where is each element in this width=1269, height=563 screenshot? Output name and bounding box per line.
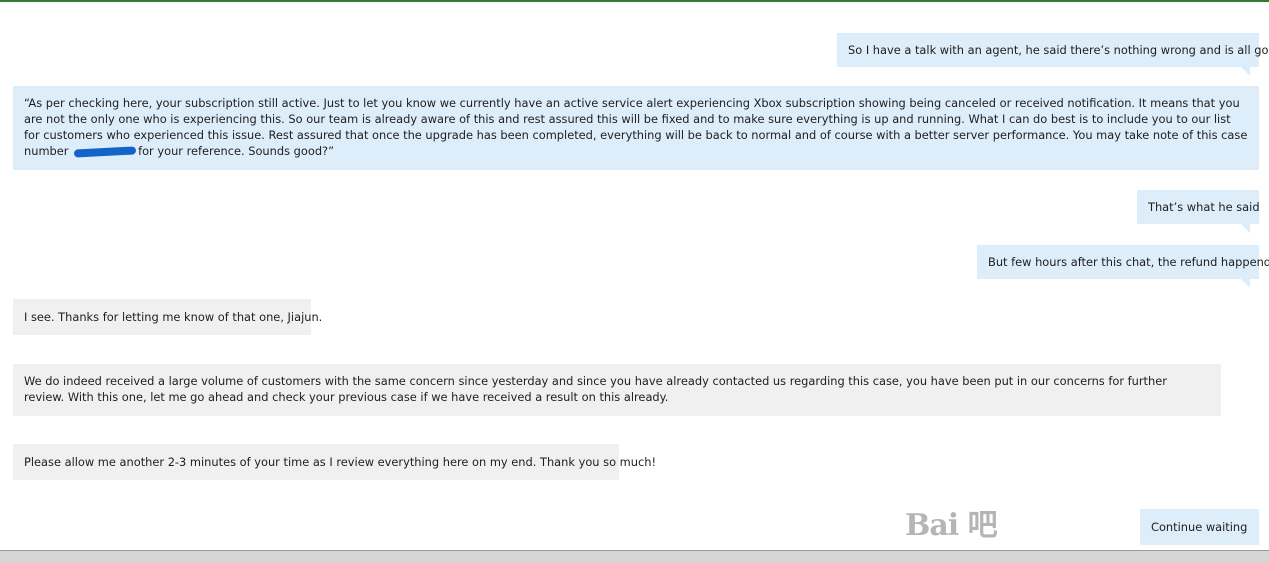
message-text: So I have a talk with an agent, he said … <box>848 43 1269 57</box>
bubble-tail <box>1241 224 1250 233</box>
user-message: Continue waiting <box>1140 509 1259 545</box>
message-text: for your reference. Sounds good?” <box>138 144 334 158</box>
baidu-watermark: Bai 吧 <box>905 500 1165 552</box>
watermark-text: Bai 吧 <box>905 508 998 543</box>
redacted-case-number <box>73 145 137 158</box>
agent-message: I see. Thanks for letting me know of tha… <box>13 299 322 335</box>
chat-transcript[interactable]: So I have a talk with an agent, he said … <box>0 2 1269 550</box>
user-message: But few hours after this chat, the refun… <box>977 245 1269 279</box>
user-message: “As per checking here, your subscription… <box>13 86 1259 170</box>
user-message: That’s what he said <box>1137 190 1260 224</box>
message-text: Please allow me another 2-3 minutes of y… <box>24 455 657 469</box>
message-text: We do indeed received a large volume of … <box>24 374 1167 404</box>
message-text: I see. Thanks for letting me know of tha… <box>24 310 323 324</box>
bubble-tail <box>1241 67 1250 76</box>
message-text: Continue waiting <box>1151 520 1248 534</box>
bottom-status-bar <box>0 550 1269 563</box>
agent-message: Please allow me another 2-3 minutes of y… <box>13 444 656 480</box>
message-text: But few hours after this chat, the refun… <box>988 255 1269 269</box>
agent-message: We do indeed received a large volume of … <box>13 364 1221 416</box>
user-message: So I have a talk with an agent, he said … <box>837 33 1269 67</box>
message-text: That’s what he said <box>1148 200 1260 214</box>
bubble-tail <box>1241 279 1250 288</box>
